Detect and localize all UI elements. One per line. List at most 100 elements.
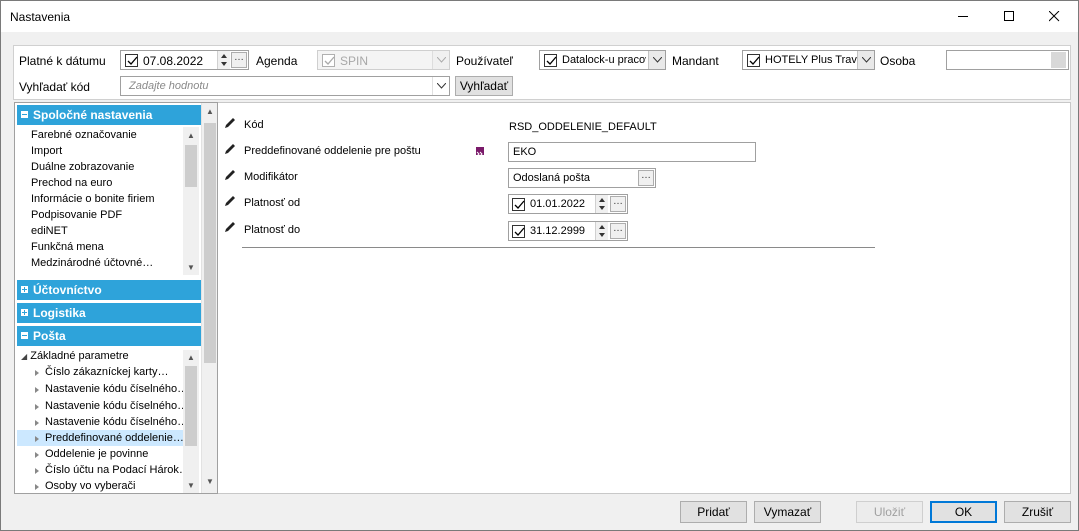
pouzivatel-label: Používateľ [456,54,513,68]
od-date-field[interactable]: 01.01.2022 … [508,194,628,214]
vyhladat-button[interactable]: Vyhľadať [455,76,513,96]
vyhladat-dropdown-button[interactable] [432,77,449,95]
mandant-select[interactable]: HOTELY Plus Trave [742,50,875,70]
section-header-posta[interactable]: Pošta [17,326,201,346]
section-header-spolocne[interactable]: Spoločné nastavenia [17,105,201,125]
tree-root-zakladne[interactable]: ◢ Základné parametre [21,350,129,362]
osoba-field[interactable] [946,50,1069,70]
spolocne-scrollbar[interactable]: ▲ ▼ [183,127,199,275]
platne-date-picker-button[interactable]: … [231,52,247,68]
scroll-thumb[interactable] [204,123,216,363]
pridat-button[interactable]: Pridať [680,501,747,523]
maximize-button[interactable] [987,1,1033,32]
pouzivatel-checkbox[interactable] [544,54,557,67]
scroll-down-icon[interactable]: ▼ [187,481,195,490]
platne-date-spinner[interactable] [217,51,230,69]
kod-label: Kód [244,119,264,131]
close-button[interactable] [1032,1,1078,32]
check-icon [749,56,760,65]
agenda-checkbox[interactable] [322,54,335,67]
od-checkbox[interactable] [512,198,525,211]
inherit-marker-icon[interactable] [476,147,484,157]
scroll-down-icon[interactable]: ▼ [206,477,214,486]
section-title: Pošta [33,329,66,343]
platne-checkbox[interactable] [125,54,138,67]
tree-item[interactable]: Oddelenie je povinne [35,448,148,460]
tree-root-label: Základné parametre [30,350,129,362]
modif-field[interactable]: Odoslaná pošta … [508,168,656,188]
modif-label: Modifikátor [244,171,298,183]
tree-item[interactable]: Osoby vo vyberači [35,480,136,492]
list-item[interactable]: Informácie o bonite firiem [31,193,155,205]
osoba-picker-button[interactable] [1051,52,1066,68]
collapsed-arrow-icon [35,452,39,458]
edit-pencil-icon[interactable] [224,143,236,155]
pouzivatel-select[interactable]: Datalock-u pracov [539,50,666,70]
vymazat-button[interactable]: Vymazať [754,501,821,523]
section-header-uctovnictvo[interactable]: Účtovníctvo [17,280,201,300]
list-item[interactable]: Medzinárodné účtovné… [31,257,153,269]
scroll-down-icon[interactable]: ▼ [187,263,195,272]
tree-outer-scrollbar[interactable]: ▲ ▼ [201,103,217,493]
list-item[interactable]: Import [31,145,62,157]
ok-button[interactable]: OK [930,501,997,523]
chevron-down-icon [437,57,446,63]
scroll-up-icon[interactable]: ▲ [206,107,214,116]
do-date-field[interactable]: 31.12.2999 … [508,221,628,241]
expand-icon [21,309,28,316]
scroll-up-icon[interactable]: ▲ [187,353,195,362]
scroll-thumb[interactable] [185,145,197,187]
minimize-button[interactable] [941,1,987,32]
tree-item[interactable]: Číslo zákazníckej karty… [35,366,168,378]
tree-item-label: Číslo účtu na Podací Hárok… [45,464,190,476]
scroll-up-icon[interactable]: ▲ [187,131,195,140]
close-icon [1049,11,1060,22]
collapsed-arrow-icon [35,484,39,490]
od-label: Platnosť od [244,197,301,209]
agenda-value: SPIN [340,54,369,68]
list-item[interactable]: Farebné označovanie [31,129,137,141]
edit-pencil-icon[interactable] [224,195,236,207]
edit-pencil-icon[interactable] [224,221,236,233]
collapsed-arrow-icon [35,370,39,376]
section-header-logistika[interactable]: Logistika [17,303,201,323]
tree-item[interactable]: Nastavenie kódu číselného… [35,416,188,428]
od-date-spinner[interactable] [595,195,608,213]
agenda-dropdown-button[interactable] [432,51,449,69]
modif-picker-button[interactable]: … [638,170,654,186]
list-item[interactable]: ediNET [31,225,68,237]
collapse-icon [21,111,28,118]
od-date-picker-button[interactable]: … [610,196,626,212]
tree-item[interactable]: Číslo účtu na Podací Hárok… [35,464,190,476]
do-checkbox[interactable] [512,225,525,238]
list-item[interactable]: Podpisovanie PDF [31,209,122,221]
spin-arrows-icon [599,225,605,237]
vyhladat-input[interactable]: Zadajte hodnotu [120,76,450,96]
do-label: Platnosť do [244,224,301,236]
detail-divider [242,247,875,248]
do-date-picker-button[interactable]: … [610,223,626,239]
zrusit-button[interactable]: Zrušiť [1004,501,1071,523]
collapsed-arrow-icon [35,468,39,474]
do-date-spinner[interactable] [595,222,608,240]
edit-pencil-icon[interactable] [224,169,236,181]
tree-item-selected[interactable]: Preddefinované oddelenie… [35,432,184,444]
collapsed-arrow-icon [35,404,39,410]
pouzivatel-dropdown-button[interactable] [648,51,665,69]
edit-pencil-icon[interactable] [224,117,236,129]
posta-scrollbar[interactable]: ▲ ▼ [183,350,199,493]
platne-date-field[interactable]: 07.08.2022 … [120,50,249,70]
section-title: Účtovníctvo [33,283,102,297]
agenda-select[interactable]: SPIN [317,50,450,70]
tree-item[interactable]: Nastavenie kódu číselného… [35,400,188,412]
pred-value-input[interactable]: EKO [508,142,756,162]
scroll-thumb[interactable] [185,366,197,446]
tree-item-label: Osoby vo vyberači [45,480,136,492]
ulozit-button[interactable]: Uložiť [856,501,923,523]
list-item[interactable]: Prechod na euro [31,177,112,189]
list-item[interactable]: Duálne zobrazovanie [31,161,134,173]
mandant-dropdown-button[interactable] [857,51,874,69]
list-item[interactable]: Funkčná mena [31,241,104,253]
tree-item[interactable]: Nastavenie kódu číselného… [35,383,188,395]
mandant-checkbox[interactable] [747,54,760,67]
